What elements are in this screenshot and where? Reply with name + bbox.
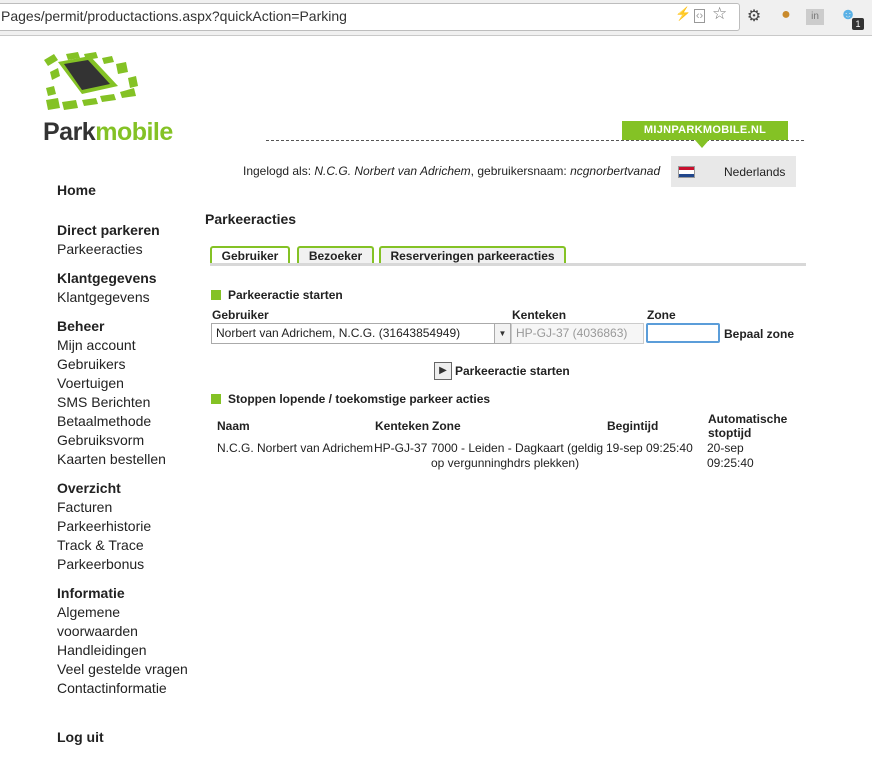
page-title: Parkeeracties (205, 211, 297, 227)
logged-in-info: Ingelogd als: N.C.G. Norbert van Adriche… (243, 164, 660, 178)
cell-zone: 7000 - Leiden - Dagkaart (geldig op verg… (431, 441, 603, 471)
cookie-icon[interactable]: ● (776, 6, 796, 28)
cell-begintijd: 19-sep 09:25:40 (606, 441, 693, 455)
bookmark-star-icon[interactable]: ☆ (712, 4, 727, 24)
nav-item-gebruikers[interactable]: Gebruikers (57, 355, 197, 374)
tab-underline (210, 263, 806, 266)
start-parking-label: Parkeeractie starten (455, 364, 570, 378)
chevron-down-icon[interactable]: ▼ (494, 324, 510, 343)
section-title-stop: Stoppen lopende / toekomstige parkeer ac… (228, 392, 491, 406)
logged-username: ncgnorbertvanad (570, 164, 661, 178)
address-bar[interactable]: Pages/permit/productactions.aspx?quickAc… (0, 3, 740, 31)
user-select[interactable]: Norbert van Adrichem, N.C.G. (3164385494… (211, 323, 511, 344)
nav-section-informatie[interactable]: Informatie (57, 584, 197, 603)
nav-item-kaarten-bestellen[interactable]: Kaarten bestellen (57, 450, 197, 469)
cell-stoptijd-line1: 20-sep (707, 441, 744, 455)
user-select-value: Norbert van Adrichem, N.C.G. (3164385494… (216, 326, 461, 340)
cell-stoptijd: 20-sep 09:25:40 (707, 441, 754, 471)
col-header-stoptijd-line2: stoptijd (708, 426, 752, 440)
nav-item-sms-berichten[interactable]: SMS Berichten (57, 393, 197, 412)
col-header-stoptijd: Automatische stoptijd (708, 412, 787, 440)
nav-section-direct-parkeren[interactable]: Direct parkeren (57, 221, 197, 240)
nav-item-klantgegevens[interactable]: Klantgegevens (57, 288, 197, 307)
cell-zone-line1: 7000 - Leiden - Dagkaart (geldig (431, 441, 604, 455)
linkedin-icon[interactable]: in (806, 9, 824, 25)
nav-item-mijn-account[interactable]: Mijn account (57, 336, 197, 355)
nav-item-betaalmethode[interactable]: Betaalmethode (57, 412, 197, 431)
play-arrow-icon: ▶ (434, 362, 452, 380)
section-marker-start (211, 290, 221, 300)
nav-section-beheer[interactable]: Beheer (57, 317, 197, 336)
nav-item-parkeerbonus[interactable]: Parkeerbonus (57, 555, 197, 574)
nav-logout[interactable]: Log uit (57, 728, 197, 747)
nav-item-track-trace[interactable]: Track & Trace (57, 536, 197, 555)
sidebar-nav: Home Direct parkeren Parkeeracties Klant… (57, 181, 197, 747)
nav-home[interactable]: Home (57, 181, 197, 200)
plate-field-value: HP-GJ-37 (4036863) (516, 326, 628, 340)
cell-kenteken: HP-GJ-37 (374, 441, 428, 455)
nav-section-overzicht[interactable]: Overzicht (57, 479, 197, 498)
logged-mid: , gebruikersnaam: (470, 164, 571, 178)
logged-name: N.C.G. Norbert van Adrichem (314, 164, 471, 178)
language-label: Nederlands (724, 165, 786, 179)
nav-section-klantgegevens[interactable]: Klantgegevens (57, 269, 197, 288)
brand-mobile: mobile (95, 118, 173, 146)
col-header-begintijd: Begintijd (607, 419, 659, 433)
language-selector[interactable]: Nederlands (671, 156, 796, 187)
brand-wordmark: Parkmobile (43, 118, 173, 147)
section-title-start: Parkeeractie starten (228, 288, 343, 302)
lightning-icon[interactable]: ⚡ (675, 6, 691, 22)
col-header-zone: Zone (432, 419, 461, 433)
address-url: Pages/permit/productactions.aspx?quickAc… (1, 8, 347, 24)
portal-tab-arrow (695, 140, 709, 148)
browser-toolbar: Pages/permit/productactions.aspx?quickAc… (0, 0, 872, 36)
section-marker-stop (211, 394, 221, 404)
nav-item-parkeeracties[interactable]: Parkeeracties (57, 240, 197, 259)
cell-naam: N.C.G. Norbert van Adrichem (217, 441, 374, 455)
nav-item-algemene-voorwaarden[interactable]: Algemene voorwaarden (57, 603, 157, 641)
label-zone: Zone (647, 308, 676, 322)
nav-item-veel-gestelde-vragen[interactable]: Veel gestelde vragen (57, 660, 197, 679)
nav-item-facturen[interactable]: Facturen (57, 498, 197, 517)
page-icon[interactable]: ‹› (694, 9, 705, 23)
zone-input[interactable] (646, 323, 720, 343)
header-divider (266, 140, 804, 141)
extension-badge: 1 (852, 18, 864, 30)
plate-field[interactable]: HP-GJ-37 (4036863) (511, 323, 644, 344)
nav-item-contactinformatie[interactable]: Contactinformatie (57, 679, 197, 698)
nav-item-handleidingen[interactable]: Handleidingen (57, 641, 197, 660)
col-header-stoptijd-line1: Automatische (708, 412, 788, 426)
logged-prefix: Ingelogd als: (243, 164, 315, 178)
cell-zone-line2: op vergunninghdrs plekken) (431, 456, 580, 470)
portal-tab[interactable]: MIJNPARKMOBILE.NL (622, 121, 788, 140)
brand-park: Park (43, 118, 96, 146)
nav-item-voertuigen[interactable]: Voertuigen (57, 374, 197, 393)
col-header-naam: Naam (217, 419, 250, 433)
gear-icon[interactable]: ⚙ (744, 6, 764, 28)
start-parking-button[interactable]: ▶ Parkeeractie starten (434, 362, 570, 382)
nav-item-parkeerhistorie[interactable]: Parkeerhistorie (57, 517, 197, 536)
col-header-kenteken: Kenteken (375, 419, 430, 433)
bepaal-zone-link[interactable]: Bepaal zone (724, 327, 794, 341)
label-kenteken: Kenteken (512, 308, 567, 322)
cell-stoptijd-line2: 09:25:40 (707, 456, 754, 470)
dutch-flag-icon (678, 166, 695, 178)
nav-item-gebruiksvorm[interactable]: Gebruiksvorm (57, 431, 197, 450)
label-gebruiker: Gebruiker (212, 308, 269, 322)
